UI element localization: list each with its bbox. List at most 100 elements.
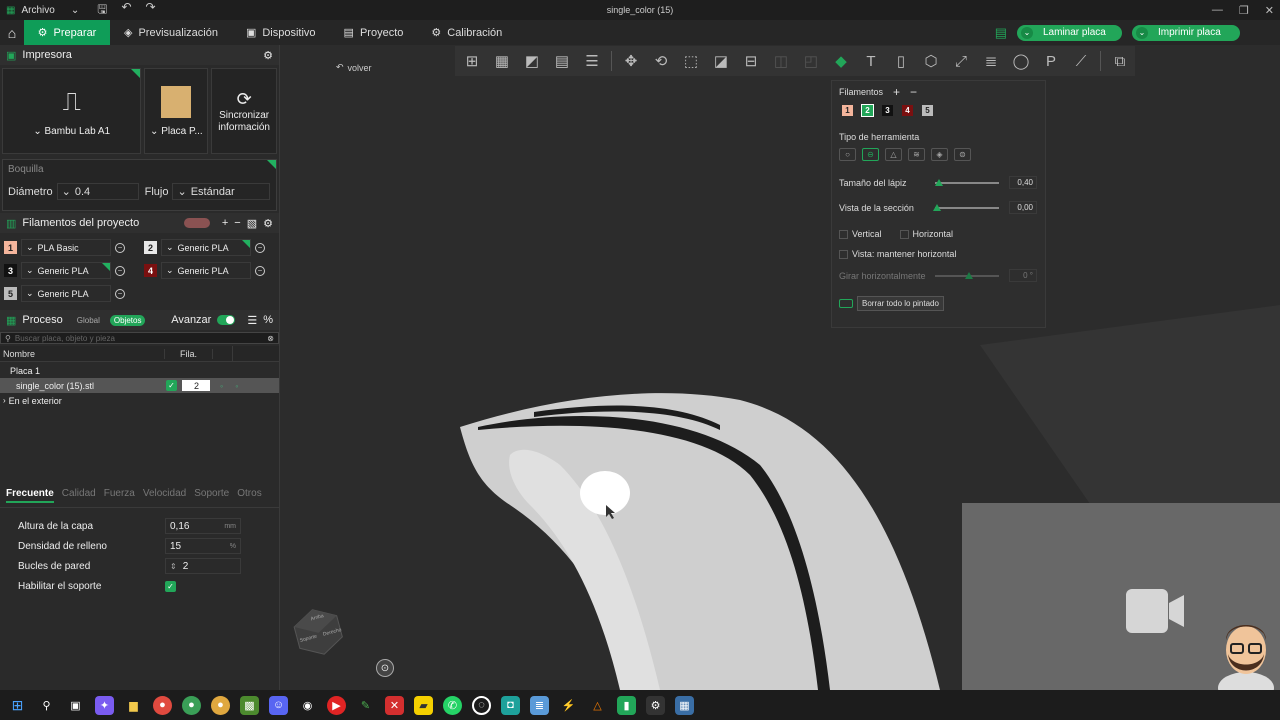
gear-icon[interactable]: ⚙	[263, 49, 273, 62]
color-paint-icon[interactable]: ◆	[830, 50, 852, 72]
objects-tab[interactable]: Objetos	[109, 314, 146, 326]
plate-row[interactable]: Placa 1	[0, 363, 279, 378]
task-view-icon[interactable]: ▣	[66, 696, 85, 715]
overhang-icon[interactable]: ◯	[1010, 50, 1032, 72]
cube-icon[interactable]: ⬡	[920, 50, 942, 72]
emboss-icon[interactable]: ▯	[890, 50, 912, 72]
settings-tab[interactable]: Soporte	[194, 488, 229, 503]
filament-swatch[interactable]: 5	[922, 105, 933, 116]
bambu-studio-icon[interactable]: ▮	[617, 695, 636, 715]
remove-filament-icon[interactable]: −	[255, 265, 265, 276]
filament-swatch[interactable]: 3	[882, 105, 893, 116]
percent-icon[interactable]: %	[263, 314, 273, 326]
windows-start-icon[interactable]: ⊞	[8, 696, 27, 715]
gear-icon[interactable]: ⚙	[263, 217, 273, 230]
gap-fill-tool-icon[interactable]: ⊜	[954, 148, 971, 161]
plate-manager-icon[interactable]: ▤	[995, 25, 1007, 41]
editor-icon[interactable]: ✎	[356, 696, 375, 715]
filament-select[interactable]: ⌄ Generic PLA	[161, 262, 251, 279]
printer-selector[interactable]: ⎍ ⌄ Bambu Lab A1	[2, 68, 142, 154]
scale-icon[interactable]: ⬚	[680, 50, 702, 72]
calculator-icon[interactable]: ▦	[675, 695, 694, 715]
filament-edit-icon[interactable]: ▧	[247, 217, 257, 230]
pen-size-input[interactable]: 0,40	[1009, 176, 1037, 189]
height-range-tool-icon[interactable]: ≋	[908, 148, 925, 161]
slicer-icon[interactable]: △	[588, 696, 607, 715]
triangle-tool-icon[interactable]: △	[885, 148, 902, 161]
print-plate-button[interactable]: ⌄ Imprimir placa	[1132, 24, 1240, 41]
youtube-icon[interactable]: ▶	[327, 695, 346, 715]
minimize-button[interactable]: —	[1212, 4, 1223, 17]
arrange-icon[interactable]: ▤	[551, 50, 573, 72]
circle-tool-icon[interactable]: ○	[839, 148, 856, 161]
filament-swatch[interactable]: 2	[861, 104, 874, 117]
add-plate-icon[interactable]: ▦	[491, 50, 513, 72]
infill-input[interactable]: 15%	[165, 538, 241, 554]
tab-preview[interactable]: ◈ Previsualización	[110, 20, 232, 45]
support-checkbox[interactable]: ✓	[165, 580, 176, 592]
filament-select[interactable]: ⌄ Generic PLA	[161, 239, 251, 256]
sticky-notes-icon[interactable]: ▰	[414, 695, 433, 715]
layers-icon[interactable]: ≣	[980, 50, 1002, 72]
obs-icon[interactable]: ◌	[472, 695, 491, 715]
filament-select[interactable]: ⌄ PLA Basic	[21, 239, 111, 256]
settings-tab[interactable]: Calidad	[62, 488, 96, 503]
xmind-icon[interactable]: ✕	[385, 695, 404, 715]
ruler-icon[interactable]: ⟋	[1070, 50, 1092, 72]
screenshot-icon[interactable]: ⊙	[376, 659, 394, 677]
tab-device[interactable]: ▣ Dispositivo	[232, 20, 330, 45]
orient-icon[interactable]: ◩	[521, 50, 543, 72]
settings-tab[interactable]: Otros	[237, 488, 261, 503]
object-settings-icon[interactable]: ◦	[220, 381, 223, 391]
global-tab[interactable]: Global	[73, 315, 104, 326]
settings-tab[interactable]: Frecuente	[6, 488, 54, 503]
filament-swatch[interactable]: 1	[842, 105, 853, 116]
steam-icon[interactable]: ⚙	[646, 695, 665, 715]
filament-item[interactable]: 1 ⌄ PLA Basic −	[4, 239, 144, 256]
object-filament[interactable]: 2	[182, 380, 210, 391]
measure-icon[interactable]: ⤢	[950, 50, 972, 72]
fill-tool-icon[interactable]: ◈	[931, 148, 948, 161]
close-button[interactable]: ✕	[1265, 4, 1274, 17]
filament-select[interactable]: ⌄ Generic PLA	[21, 285, 111, 302]
filament-swatch[interactable]: 4	[902, 105, 913, 116]
outside-row[interactable]: › En el exterior	[0, 393, 279, 408]
remove-filament-icon[interactable]: −	[115, 265, 125, 276]
filament-item[interactable]: 4 ⌄ Generic PLA −	[144, 262, 284, 279]
filament-number[interactable]: 4	[144, 264, 157, 277]
advance-toggle[interactable]	[217, 315, 236, 325]
remove-icon[interactable]: −	[234, 217, 240, 229]
remove-filament-icon[interactable]: −	[115, 242, 125, 253]
discord-icon[interactable]: ☺	[269, 695, 288, 715]
check-icon[interactable]: ✓	[166, 380, 177, 391]
search-input[interactable]: ⚲ Buscar placa, objeto y pieza ⊗	[0, 332, 279, 344]
plate-selector[interactable]: ⌄ Placa P...	[144, 68, 209, 154]
clear-search-icon[interactable]: ⊗	[267, 334, 274, 343]
diameter-select[interactable]: ⌄ 0.4	[56, 183, 139, 200]
minecraft-icon[interactable]: ▩	[240, 695, 259, 715]
remove-filament-icon[interactable]: −	[255, 242, 265, 253]
filament-number[interactable]: 5	[4, 287, 17, 300]
slice-plate-button[interactable]: ⌄ Laminar placa	[1017, 24, 1122, 41]
object-row[interactable]: single_color (15).stl ✓ 2 ◦ ◦	[0, 378, 279, 393]
maximize-button[interactable]: ❐	[1239, 4, 1249, 17]
object-paint-icon[interactable]: ◦	[235, 381, 238, 391]
file-explorer-icon[interactable]: ▆	[124, 696, 143, 715]
home-icon[interactable]: ⌂	[0, 20, 24, 45]
lay-on-face-icon[interactable]: ◪	[710, 50, 732, 72]
add-object-icon[interactable]: ⊞	[461, 50, 483, 72]
list-icon[interactable]: ☰	[247, 314, 257, 327]
walls-stepper[interactable]: ⇕ 2	[165, 558, 241, 574]
settings-tab[interactable]: Fuerza	[104, 488, 135, 503]
whatsapp-icon[interactable]: ✆	[443, 695, 462, 715]
copilot-icon[interactable]: ✦	[95, 695, 114, 715]
section-view-slider[interactable]	[933, 203, 999, 211]
filament-sync-icon[interactable]	[183, 218, 210, 228]
pen-size-slider[interactable]	[935, 178, 999, 186]
remove-filament-icon[interactable]: −	[115, 288, 125, 299]
sphere-tool-icon[interactable]: ⊖	[862, 148, 879, 161]
save-icon[interactable]: 🖫	[97, 0, 107, 21]
app-icon[interactable]: ◘	[501, 695, 520, 715]
tab-project[interactable]: ▤ Proyecto	[330, 20, 418, 45]
settings-tab[interactable]: Velocidad	[143, 488, 186, 503]
